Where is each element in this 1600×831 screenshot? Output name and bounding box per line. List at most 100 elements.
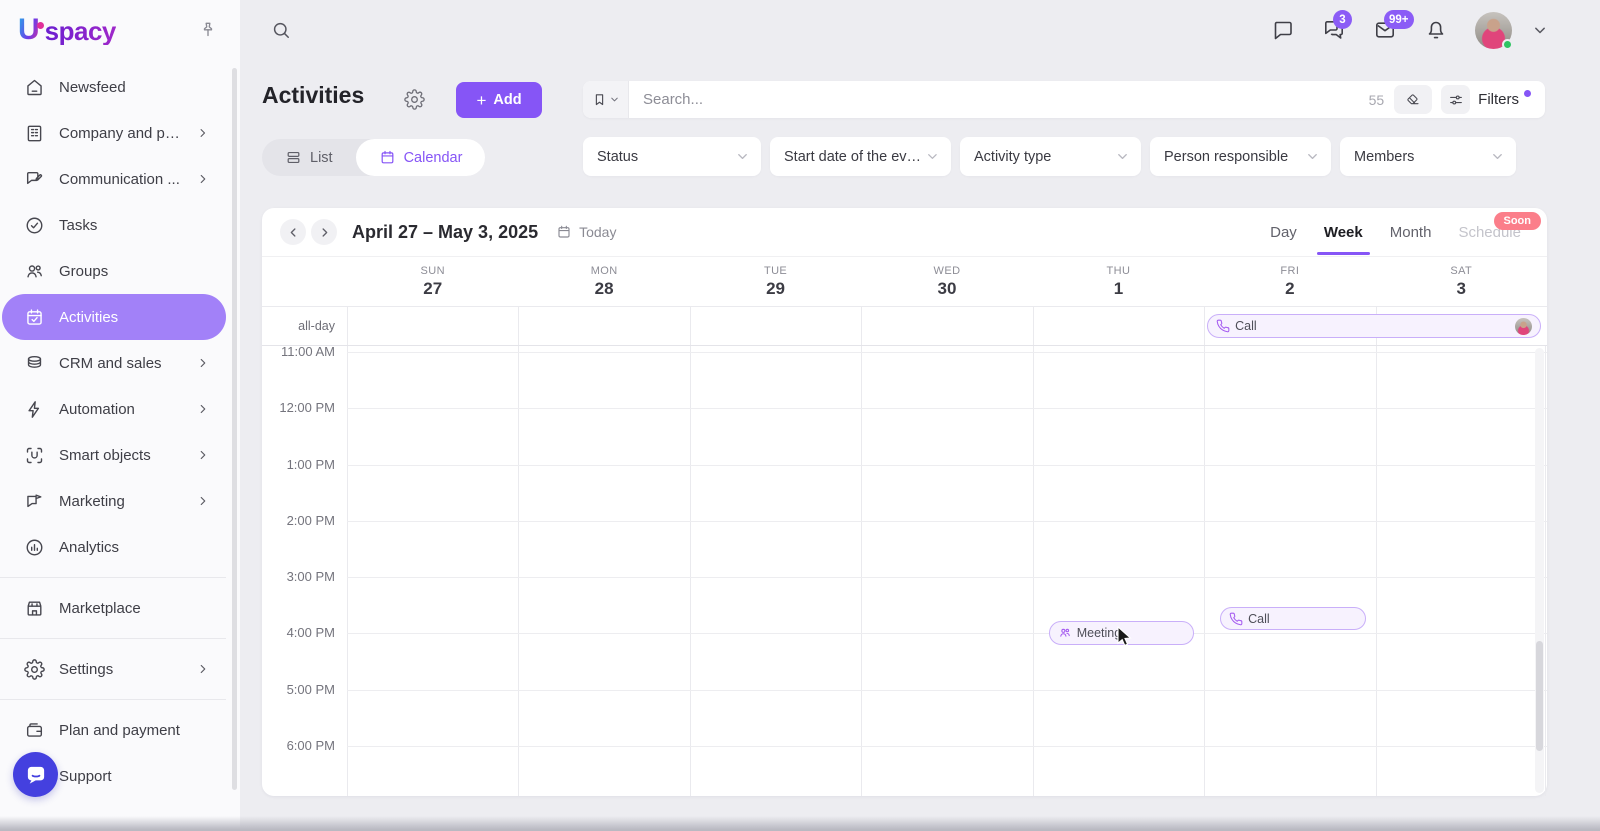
all-day-cell[interactable]	[861, 307, 1032, 345]
day-of-week-label: TUE	[764, 265, 787, 277]
uspacy-logo[interactable]: Uspacy	[18, 15, 116, 45]
chats-icon[interactable]: 3	[1322, 18, 1346, 42]
activities-icon	[24, 307, 45, 328]
sidebar-item-label: Settings	[59, 661, 113, 678]
time-grid: 11:00 AM12:00 PM1:00 PM2:00 PM3:00 PM4:0…	[262, 346, 1547, 796]
day-of-week-label: THU	[1107, 265, 1131, 277]
main-content: Activities + Add 55 Filters	[240, 60, 1600, 831]
list-icon	[285, 149, 302, 166]
sidebar-item-settings[interactable]: Settings	[2, 646, 226, 692]
column-grid-line	[861, 346, 862, 796]
active-filters-dot	[1524, 90, 1531, 97]
time-label: 6:00 PM	[262, 738, 335, 754]
sidebar-item-smart-objects[interactable]: Smart objects	[2, 432, 226, 478]
all-day-cell[interactable]	[1033, 307, 1204, 345]
calendar-scrollbar-thumb[interactable]	[1536, 641, 1543, 751]
all-day-cell[interactable]	[690, 307, 861, 345]
column-grid-line	[347, 346, 348, 796]
event-title: Call	[1248, 612, 1270, 626]
support-chat-button[interactable]	[13, 752, 58, 797]
calendar-icon	[379, 149, 396, 166]
all-day-event-call[interactable]: Call	[1207, 314, 1541, 338]
filters-button[interactable]: Filters	[1441, 85, 1545, 114]
chevron-left-icon	[287, 226, 300, 239]
sidebar-item-tasks[interactable]: Tasks	[2, 202, 226, 248]
time-label: 4:00 PM	[262, 625, 335, 641]
tasks-icon	[24, 215, 45, 236]
chevron-right-icon	[196, 494, 210, 508]
filter-activity-type[interactable]: Activity type	[960, 137, 1141, 176]
calendar-card: Soon April 27 – May 3, 2025 Today DayWee…	[262, 208, 1547, 796]
filter-members[interactable]: Members	[1340, 137, 1516, 176]
all-day-cell[interactable]	[347, 307, 518, 345]
event-call[interactable]: Call	[1220, 607, 1365, 630]
smart-objects-icon	[24, 445, 45, 466]
view-tab-week[interactable]: Week	[1324, 224, 1363, 241]
hour-grid-line	[347, 408, 1547, 409]
logo-dot	[37, 22, 44, 29]
prev-week-button[interactable]	[280, 219, 306, 245]
sidebar-item-groups[interactable]: Groups	[2, 248, 226, 294]
filter-label: Start date of the eve...	[784, 149, 925, 165]
mouse-cursor	[1117, 626, 1134, 648]
logo-wordmark: spacy	[45, 17, 116, 45]
hour-grid-line	[347, 746, 1547, 747]
time-label: 12:00 PM	[262, 400, 335, 416]
sidebar-item-newsfeed[interactable]: Newsfeed	[2, 64, 226, 110]
next-week-button[interactable]	[311, 219, 337, 245]
sidebar-item-automation[interactable]: Automation	[2, 386, 226, 432]
phone-icon	[1216, 319, 1230, 333]
topbar: 3 99+	[240, 0, 1600, 60]
filter-start-date-of-the-eve[interactable]: Start date of the eve...	[770, 137, 951, 176]
sidebar-item-communication[interactable]: Communication ...	[2, 156, 226, 202]
filter-person-responsible[interactable]: Person responsible	[1150, 137, 1331, 176]
chevron-right-icon	[196, 402, 210, 416]
user-menu-chevron-icon[interactable]	[1530, 20, 1550, 40]
calendar-toolbar: April 27 – May 3, 2025 Today DayWeekMont…	[262, 208, 1547, 257]
mail-badge: 99+	[1384, 10, 1414, 29]
saved-filters-button[interactable]	[583, 81, 629, 118]
chevron-right-icon	[318, 226, 331, 239]
user-avatar[interactable]	[1475, 12, 1512, 49]
day-of-week-label: SUN	[420, 265, 444, 277]
today-button[interactable]: Today	[550, 223, 622, 241]
column-grid-line	[1376, 346, 1377, 796]
day-header-thu: THU1	[1033, 257, 1204, 306]
sidebar-item-crm-and-sales[interactable]: CRM and sales	[2, 340, 226, 386]
pin-sidebar-icon[interactable]	[198, 20, 218, 40]
search-input[interactable]	[629, 91, 1369, 108]
sidebar-divider	[0, 577, 226, 578]
sidebar: Uspacy Newsfeed Company and pe... Communic…	[0, 0, 240, 831]
calendar-view-tab[interactable]: Calendar	[356, 139, 486, 176]
time-label: 3:00 PM	[262, 569, 335, 585]
mail-icon[interactable]: 99+	[1373, 18, 1397, 42]
notifications-bell-icon[interactable]	[1424, 18, 1448, 42]
clear-search-button[interactable]	[1394, 85, 1432, 114]
soon-badge: Soon	[1494, 212, 1542, 230]
filter-status[interactable]: Status	[583, 137, 761, 176]
sidebar-item-activities[interactable]: Activities	[2, 294, 226, 340]
activities-settings-gear-icon[interactable]	[404, 89, 425, 110]
sidebar-item-label: Newsfeed	[59, 79, 126, 96]
view-tab-month[interactable]: Month	[1390, 224, 1432, 241]
sidebar-item-label: Communication ...	[59, 171, 180, 188]
list-view-tab[interactable]: List	[262, 139, 356, 176]
sidebar-item-marketing[interactable]: Marketing	[2, 478, 226, 524]
global-search-icon[interactable]	[270, 19, 292, 41]
add-activity-button[interactable]: + Add	[456, 82, 542, 118]
time-label: 11:00 AM	[262, 346, 335, 360]
sidebar-item-company-and-pe[interactable]: Company and pe...	[2, 110, 226, 156]
sidebar-item-plan-and-payment[interactable]: Plan and payment	[2, 707, 226, 753]
calendar-scrollbar[interactable]	[1535, 348, 1544, 793]
sidebar-item-analytics[interactable]: Analytics	[2, 524, 226, 570]
view-tab-day[interactable]: Day	[1270, 224, 1297, 241]
day-number: 29	[766, 279, 785, 299]
sidebar-item-marketplace[interactable]: Marketplace	[2, 585, 226, 631]
all-day-cell[interactable]	[518, 307, 689, 345]
calendar-tab-label: Calendar	[404, 150, 463, 166]
comment-icon[interactable]	[1271, 18, 1295, 42]
column-grid-line	[1545, 346, 1546, 796]
sidebar-scrollbar[interactable]	[232, 68, 237, 790]
groups-icon	[24, 261, 45, 282]
hour-grid-line	[347, 577, 1547, 578]
